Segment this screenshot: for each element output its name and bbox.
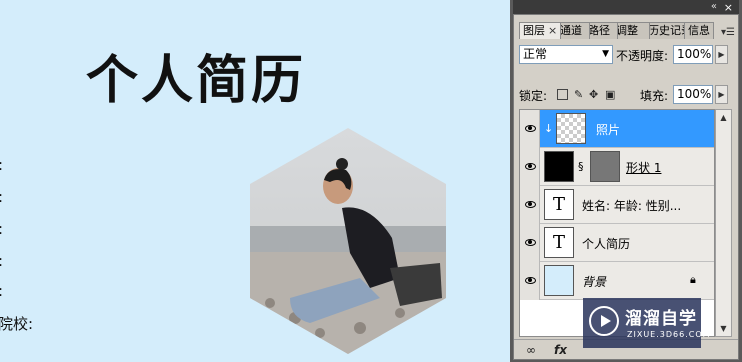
- chevron-down-icon: ▼: [602, 49, 609, 59]
- tab-history[interactable]: 历史记录: [644, 22, 688, 39]
- visibility-toggle[interactable]: [520, 148, 540, 186]
- layer-name: 姓名: 年龄: 性别...: [582, 199, 682, 213]
- close-icon[interactable]: ×: [724, 1, 733, 14]
- layer-row-shape[interactable]: § 形状 1: [520, 148, 714, 186]
- opacity-label: 不透明度:: [616, 49, 669, 63]
- visibility-toggle[interactable]: [520, 186, 540, 224]
- hexagon-photo: [250, 128, 446, 354]
- layer-row-title-text[interactable]: T 个人简历: [520, 224, 714, 262]
- lock-row: 锁定: ✎ ✥ ▣ 填充: 100% ▶: [519, 85, 735, 107]
- visibility-toggle[interactable]: [520, 224, 540, 262]
- eye-icon: [525, 239, 536, 246]
- lock-transparent-icon[interactable]: [557, 89, 568, 100]
- panel-title-bar[interactable]: « ×: [513, 0, 739, 14]
- tab-info[interactable]: 信息: [684, 22, 714, 39]
- eye-icon: [525, 163, 536, 170]
- info-label-school: 院校:: [0, 315, 34, 333]
- watermark-en: ZIXUE.3D66.COM: [627, 330, 711, 339]
- fill-label: 填充:: [640, 89, 669, 103]
- lock-brush-icon[interactable]: ✎: [574, 89, 585, 100]
- layer-name: 形状 1: [626, 161, 662, 175]
- layer-thumbnail: [544, 151, 574, 182]
- layer-name: 背景: [582, 275, 607, 289]
- eye-icon: [525, 125, 536, 132]
- layer-name: 照片: [596, 123, 621, 137]
- blend-row: 正常 ▼ 不透明度: 100% ▶: [519, 45, 735, 67]
- visibility-toggle[interactable]: [520, 262, 540, 300]
- info-label-4: :: [0, 252, 3, 270]
- tab-channels[interactable]: 通道: [556, 22, 590, 39]
- chain-link-icon: §: [578, 160, 584, 173]
- info-label-age: :: [0, 188, 3, 206]
- info-label-5: :: [0, 282, 3, 300]
- fx-icon[interactable]: fx: [554, 343, 567, 357]
- panel-tabs: 历史记录 信息 调整 路径 通道 图层 × ▾☰: [514, 19, 738, 39]
- text-layer-icon: T: [544, 189, 574, 220]
- document-canvas[interactable]: 个人简历 : : : : : 院校:: [0, 0, 510, 362]
- info-label-gender: :: [0, 220, 3, 238]
- info-label-name: :: [0, 156, 3, 174]
- scroll-up-icon[interactable]: ▲: [716, 110, 731, 125]
- tab-close-icon[interactable]: ×: [548, 24, 557, 37]
- layer-name: 个人简历: [582, 237, 631, 251]
- text-layer-icon: T: [544, 227, 574, 258]
- layer-thumbnail: [544, 265, 574, 296]
- lock-icon: 🔒︎: [690, 273, 696, 286]
- layer-row-background[interactable]: 背景 🔒︎: [520, 262, 714, 300]
- opacity-slider-button[interactable]: ▶: [715, 45, 728, 64]
- lock-label: 锁定:: [519, 89, 548, 103]
- panel-menu-icon[interactable]: ▾☰: [721, 27, 735, 38]
- link-icon[interactable]: ∞: [526, 343, 536, 357]
- visibility-toggle[interactable]: [520, 110, 540, 148]
- lock-move-icon[interactable]: ✥: [589, 89, 600, 100]
- lock-all-icon[interactable]: ▣: [605, 89, 616, 100]
- collapse-icon[interactable]: «: [711, 1, 717, 12]
- tab-layers[interactable]: 图层 ×: [519, 22, 561, 39]
- scroll-down-icon[interactable]: ▼: [716, 321, 731, 336]
- fill-slider-button[interactable]: ▶: [715, 85, 728, 104]
- opacity-field[interactable]: 100%: [673, 45, 713, 64]
- clip-arrow-icon: ↓: [544, 122, 554, 135]
- blend-mode-select[interactable]: 正常 ▼: [519, 45, 613, 64]
- eye-icon: [525, 277, 536, 284]
- vector-mask-thumbnail: [590, 151, 620, 182]
- layer-row-info-text[interactable]: T 姓名: 年龄: 性别...: [520, 186, 714, 224]
- fill-field[interactable]: 100%: [673, 85, 713, 104]
- layers-scrollbar[interactable]: ▲ ▼: [715, 109, 732, 337]
- layer-row-photo[interactable]: ↓ 照片: [520, 110, 714, 148]
- watermark-cn: 溜溜自学: [625, 309, 697, 329]
- layer-thumbnail: [556, 113, 586, 144]
- play-logo-icon: [589, 306, 619, 336]
- watermark: 溜溜自学 ZIXUE.3D66.COM: [583, 298, 710, 348]
- resume-title: 个人简历: [86, 51, 307, 111]
- eye-icon: [525, 201, 536, 208]
